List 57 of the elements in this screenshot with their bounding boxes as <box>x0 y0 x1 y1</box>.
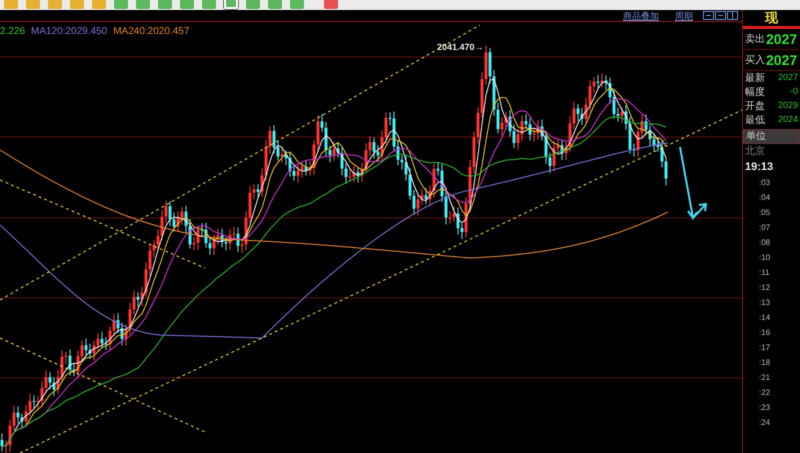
stat-value: 2024 <box>778 113 798 126</box>
tick-time: :22 <box>758 387 772 399</box>
tick-time: :21 <box>758 372 772 384</box>
stat-label: 最新 <box>745 72 765 86</box>
order-label: 买入 <box>745 54 765 68</box>
period-button[interactable] <box>180 0 194 9</box>
tick-time: :14 <box>758 312 772 324</box>
layout-icon[interactable] <box>703 11 714 20</box>
tick-time: :11 <box>758 267 771 279</box>
period-button[interactable] <box>158 0 172 9</box>
tick-time: :24 <box>758 417 772 429</box>
tick-time: :13 <box>758 297 772 309</box>
period-button[interactable] <box>290 0 304 9</box>
moving-average-label: MA240:2020.457 <box>113 25 190 39</box>
period-button[interactable] <box>246 0 260 9</box>
tick-time: :07 <box>758 222 772 234</box>
panel-title: 现 <box>765 10 778 26</box>
stat-value: 2029 <box>778 99 798 112</box>
tick-time: :04 <box>758 192 772 204</box>
tick-time: :17 <box>758 342 772 354</box>
order-price: 2027 <box>766 50 798 70</box>
header-link[interactable]: 商品叠加 <box>623 10 659 20</box>
unit-label: 单位 <box>746 130 766 144</box>
tick-time: :18 <box>758 357 772 369</box>
time-label: 19:13 <box>744 160 774 175</box>
tick-time: :12 <box>758 282 772 294</box>
moving-average-label: MA120:2029.450 <box>31 25 108 39</box>
period-button[interactable] <box>114 0 128 9</box>
stat-label: 开盘 <box>745 100 765 114</box>
tick-time: :08 <box>758 237 772 249</box>
period-button[interactable] <box>224 0 238 9</box>
stat-label: 幅度 <box>745 86 765 100</box>
order-price: 2027 <box>766 30 798 48</box>
tick-time: :23 <box>758 402 772 414</box>
toolbar-icon[interactable] <box>26 0 40 9</box>
order-label: 卖出 <box>745 32 765 46</box>
period-button[interactable] <box>268 0 282 9</box>
city-label: 北京 <box>744 144 766 159</box>
tick-time: :03 <box>758 177 772 189</box>
header-link[interactable]: 周期 <box>675 10 693 20</box>
period-button[interactable] <box>136 0 150 9</box>
alarm-icon[interactable] <box>324 0 338 9</box>
layout-icon[interactable] <box>715 11 726 20</box>
tick-time: :10 <box>758 252 772 264</box>
stat-value: 2027 <box>778 71 798 84</box>
toolbar-icon[interactable] <box>70 0 84 9</box>
tick-time: :05 <box>758 207 772 219</box>
layout-icon[interactable] <box>727 11 738 20</box>
toolbar-icon[interactable] <box>92 0 106 9</box>
stat-value: -0 <box>790 85 798 98</box>
toolbar-icon[interactable] <box>48 0 62 9</box>
toolbar-icon[interactable] <box>4 0 18 9</box>
period-button[interactable] <box>202 0 216 9</box>
tick-time: :16 <box>758 327 772 339</box>
moving-average-label: 2.226 <box>0 25 26 39</box>
peak-price-label: 2041.470→ <box>437 41 484 54</box>
stat-label: 最低 <box>745 114 765 128</box>
